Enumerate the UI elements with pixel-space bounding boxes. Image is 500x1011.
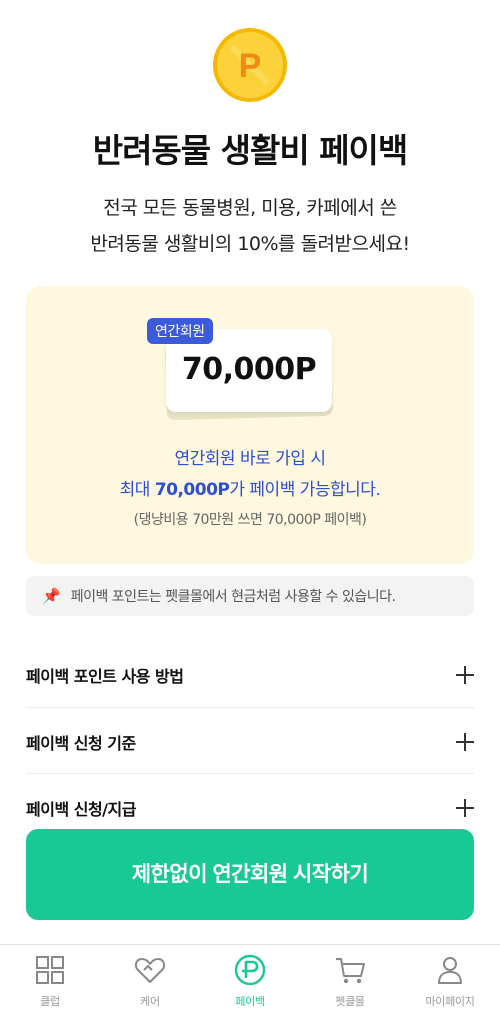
coin-letter: P	[239, 47, 262, 85]
tab-club[interactable]: 클럽	[0, 945, 100, 1011]
bottom-tab-bar: 클럽 케어 페이백 펫클몰 마이페이지	[0, 944, 500, 1011]
tab-label: 페이백	[235, 995, 265, 1008]
notice-banner: 📌 페이백 포인트는 펫클몰에서 현금처럼 사용할 수 있습니다.	[26, 576, 474, 616]
tab-mypage[interactable]: 마이페이지	[400, 945, 500, 1011]
tab-label: 마이페이지	[425, 995, 475, 1008]
divider	[26, 773, 474, 774]
tab-petclemall[interactable]: 펫클몰	[300, 945, 400, 1011]
subtitle-line-2: 반려동물 생활비의 10%를 돌려받으세요!	[90, 233, 410, 255]
tab-payback[interactable]: 페이백	[200, 945, 300, 1011]
tab-label: 클럽	[40, 995, 60, 1008]
point-coin-icon: P	[213, 28, 287, 102]
promo-card: 연간회원 70,000P 연간회원 바로 가입 시 최대 70,000P가 페이…	[26, 286, 474, 564]
faq-label: 페이백 신청/지급	[26, 800, 136, 819]
ticket-amount: 70,000P	[181, 352, 317, 387]
payback-icon	[234, 954, 266, 986]
divider	[26, 707, 474, 708]
pushpin-icon: 📌	[42, 587, 61, 605]
faq-label: 페이백 포인트 사용 방법	[26, 667, 184, 686]
faq-item-usage[interactable]: 페이백 포인트 사용 방법	[26, 642, 474, 708]
tab-care[interactable]: 케어	[100, 945, 200, 1011]
notice-text: 페이백 포인트는 펫클몰에서 현금처럼 사용할 수 있습니다.	[70, 589, 396, 605]
grid-icon	[36, 956, 64, 984]
promo-line-2-suffix: 가 페이백 가능합니다.	[229, 480, 381, 500]
page-title: 반려동물 생활비 페이백	[92, 131, 409, 170]
faq-item-criteria[interactable]: 페이백 신청 기준	[26, 709, 474, 775]
subtitle-line-1: 전국 모든 동물병원, 미용, 카페에서 쓴	[103, 197, 397, 219]
promo-line-2: 최대 70,000P가 페이백 가능합니다.	[26, 475, 474, 500]
promo-line-2-amount: 70,000P	[154, 480, 230, 500]
promo-line-2-prefix: 최대	[119, 480, 155, 500]
plus-icon[interactable]	[456, 733, 474, 751]
promo-note: (댕냥비용 70만원 쓰면 70,000P 페이백)	[133, 512, 367, 528]
cart-icon	[336, 958, 365, 984]
tab-label: 펫클몰	[335, 995, 365, 1008]
faq-label: 페이백 신청 기준	[26, 734, 136, 753]
plus-icon[interactable]	[456, 666, 474, 684]
tab-label: 케어	[140, 995, 160, 1008]
person-icon	[438, 957, 462, 984]
plus-icon[interactable]	[456, 799, 474, 817]
page-subtitle: 전국 모든 동물병원, 미용, 카페에서 쓴 반려동물 생활비의 10%를 돌려…	[0, 190, 500, 262]
start-annual-membership-button[interactable]: 제한없이 연간회원 시작하기	[26, 829, 474, 920]
promo-line-1: 연간회원 바로 가입 시	[174, 449, 326, 469]
heart-icon	[134, 958, 166, 983]
annual-member-badge: 연간회원	[147, 318, 213, 344]
